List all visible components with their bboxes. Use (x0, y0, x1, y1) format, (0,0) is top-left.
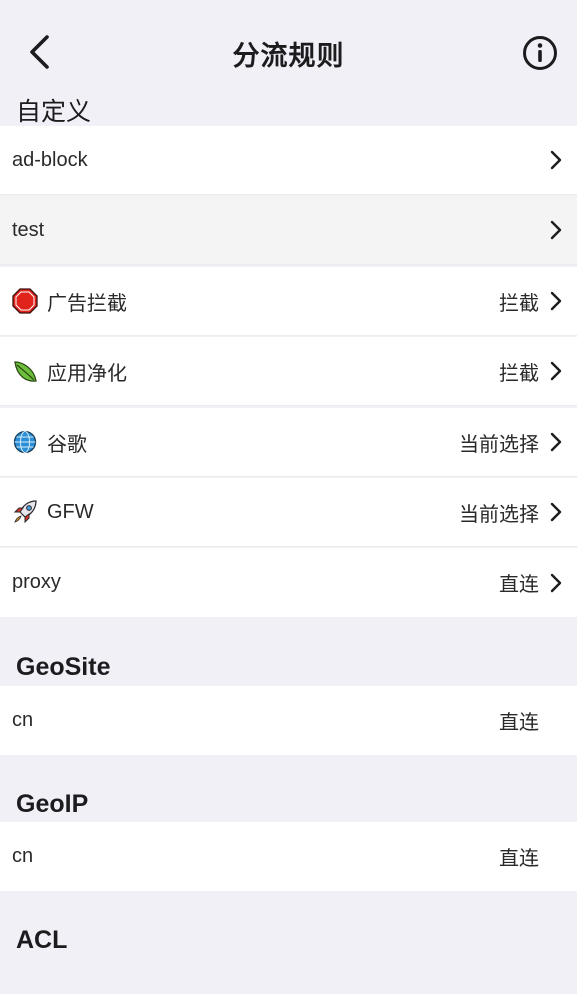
leaf-icon (12, 358, 38, 384)
info-circle-icon (523, 36, 557, 70)
rule-value: 当前选择 (459, 433, 539, 456)
rule-label: 广告拦截 (47, 292, 127, 315)
rule-value: 拦截 (499, 292, 539, 315)
rule-label: ad-block (12, 148, 88, 171)
rule-value: 直连 (499, 712, 539, 734)
chevron-right-icon (549, 196, 563, 264)
rule-label: test (12, 218, 45, 241)
rule-row-gfw[interactable]: GFW 当前选择 (0, 478, 577, 547)
globe-icon (12, 429, 38, 455)
chevron-right-icon (549, 478, 563, 546)
rule-row-proxy[interactable]: proxy 直连 (0, 548, 577, 617)
rule-value: 当前选择 (459, 503, 539, 526)
rule-value: 直连 (499, 848, 539, 870)
chevron-right-icon (549, 548, 563, 617)
rocket-icon (12, 499, 38, 525)
rule-row-test[interactable]: test (0, 196, 577, 265)
rule-value: 直连 (499, 574, 539, 596)
rule-label-group: GFW (12, 478, 94, 546)
rule-row-google[interactable]: 谷歌 当前选择 (0, 408, 577, 477)
rule-row-ad-block[interactable]: ad-block (0, 126, 577, 195)
section-title-geoip: GeoIP (16, 790, 89, 818)
section-title-geosite: GeoSite (16, 653, 111, 681)
rule-label-group: 谷歌 (12, 408, 87, 476)
nav-bar: 分流规则 (0, 0, 577, 96)
info-button[interactable] (522, 35, 558, 71)
rule-value: 拦截 (499, 362, 539, 385)
chevron-right-icon (549, 126, 563, 194)
rule-label-group: 广告拦截 (12, 267, 127, 335)
rule-label: 应用净化 (47, 362, 127, 385)
rule-label: cn (12, 845, 34, 867)
stop-sign-icon (12, 288, 38, 314)
geoip-row-cn[interactable]: cn 直连 (0, 822, 577, 891)
rule-row-ad-intercept[interactable]: 广告拦截 拦截 (0, 267, 577, 336)
rule-row-app-cleanup[interactable]: 应用净化 拦截 (0, 337, 577, 406)
rule-label: 谷歌 (47, 433, 87, 456)
geosite-row-cn[interactable]: cn 直连 (0, 686, 577, 755)
section-title-acl: ACL (16, 926, 68, 954)
chevron-right-icon (549, 267, 563, 335)
page-title: 分流规则 (232, 41, 345, 71)
rule-label: cn (12, 709, 34, 731)
rule-label-group: 应用净化 (12, 337, 127, 405)
chevron-right-icon (549, 408, 563, 476)
section-title-custom: 自定义 (16, 98, 92, 126)
rule-label: GFW (47, 500, 94, 523)
rule-label: proxy (12, 571, 61, 593)
chevron-right-icon (549, 337, 563, 405)
